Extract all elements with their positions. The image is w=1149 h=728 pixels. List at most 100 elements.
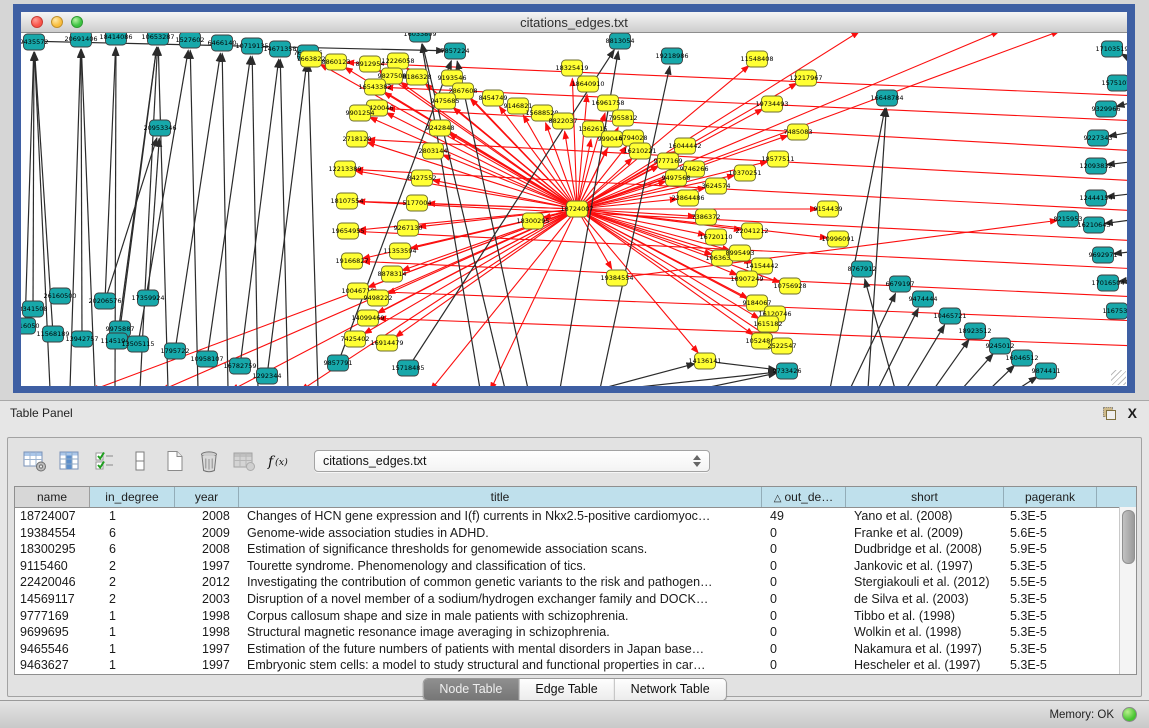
table-cell: 22420046 [15,574,90,591]
graph-node-label: 18907249 [730,275,763,283]
show-columns-icon[interactable] [57,449,83,473]
table-row[interactable]: 1872400712008Changes of HCN gene express… [15,508,1136,525]
tab-network-table[interactable]: Network Table [615,679,726,700]
function-builder-icon[interactable]: f(x) [267,449,293,473]
table-row[interactable]: 969969511998Structural magnetic resonanc… [15,624,1136,641]
table-cell: 1997 [175,657,239,674]
rows-icon[interactable] [127,449,153,473]
close-window-button[interactable] [31,16,43,28]
graph-node-label: 13505115 [121,340,154,348]
minimize-window-button[interactable] [51,16,63,28]
delete-columns-icon[interactable] [197,449,223,473]
table-toolbar: f(x) citations_edges.txt [8,446,710,476]
graph-node-label: 26160500 [43,292,76,300]
graph-node-label: 9874411 [1032,367,1061,375]
status-bar: Memory: OK [0,700,1149,728]
graph-edge [25,52,34,326]
delete-table-icon[interactable] [232,449,258,473]
graph-node-label: 9245012 [986,342,1015,350]
table-cell: 9463627 [15,657,90,674]
column-header-year[interactable]: year [175,487,239,507]
graph-node-label: 1795722 [161,347,190,355]
create-column-icon[interactable] [162,449,188,473]
column-header-pagerank[interactable]: pagerank [1004,487,1097,507]
graph-node-label: 12217967 [789,74,822,82]
table-cell: 5.3E-5 [1004,641,1097,658]
column-header-in_degree[interactable]: in_degree [90,487,175,507]
table-cell: 2012 [175,574,239,591]
table-cell: 5.3E-5 [1004,508,1097,525]
table-row[interactable]: 1456911722003Disruption of a novel membe… [15,591,1136,608]
graph-node-label: 9497568 [662,174,691,182]
graph-edge [252,56,258,386]
graph-node-label: 9474444 [909,295,938,303]
table-cell: 0 [762,591,846,608]
graph-node-label: 12093832 [1079,162,1112,170]
float-window-icon[interactable] [1103,407,1116,420]
network-view-window: citations_edges.txt 94355722069140618414… [13,4,1135,393]
tab-node-table[interactable]: Node Table [423,679,519,700]
vertical-scrollbar[interactable] [1119,507,1136,674]
zoom-window-button[interactable] [71,16,83,28]
table-row[interactable]: 946362711997Embryonic stem cells: a mode… [15,657,1136,674]
dropdown-arrows-icon [690,455,704,467]
graph-node-label: 8995493 [726,249,755,257]
table-selector-dropdown[interactable]: citations_edges.txt [314,450,710,472]
graph-node-label: 19218986 [655,52,688,60]
graph-node-label: 16044442 [668,142,701,150]
graph-edge [577,33,1059,209]
table-row[interactable]: 911546021997Tourette syndrome. Phenomeno… [15,558,1136,575]
graph-node-label: 9435572 [21,38,48,46]
column-checklist-icon[interactable] [92,449,118,473]
table-cell: Stergiakouli et al. (2012) [846,574,1004,591]
column-header-out_de[interactable]: △out_de… [762,487,846,507]
close-panel-icon[interactable]: X [1128,406,1137,420]
graph-node-label: 1292344 [253,372,282,380]
table-cell: Yano et al. (2008) [846,508,1004,525]
memory-status-label: Memory: OK [1049,709,1114,721]
tab-edge-table[interactable]: Edge Table [519,679,614,700]
graph-node-label: 2803144 [419,147,448,155]
table-row[interactable]: 2242004622012Investigating the contribut… [15,574,1136,591]
table-cell: 1 [90,624,175,641]
window-titlebar[interactable]: citations_edges.txt [21,12,1127,33]
graph-edge [620,372,777,386]
table-row[interactable]: 977716911998Corpus callosum shape and si… [15,608,1136,625]
graph-node-label: 18640910 [571,80,604,88]
table-cell: Structural magnetic resonance image aver… [239,624,762,641]
window-resize-grip[interactable] [1111,370,1126,385]
node-table: namein_degreeyeartitle△out_de…shortpager… [14,486,1137,675]
table-cell: Nakamura et al. (1997) [846,641,1004,658]
graph-node-label: 6466140 [208,39,237,47]
graph-edge [402,209,577,271]
graph-node-label: 8813054 [606,37,635,45]
table-row[interactable]: 1830029562008Estimation of significance … [15,541,1136,558]
graph-edge [81,49,82,339]
graph-node-label: 9242848 [426,124,455,132]
scrollbar-thumb[interactable] [1122,510,1135,564]
table-options-icon[interactable] [22,449,48,473]
graph-node-label: 16782759 [223,362,256,370]
table-row[interactable]: 946554611997Estimation of the future num… [15,641,1136,658]
graph-node-label: 1527602 [176,36,205,44]
table-cell: 6 [90,541,175,558]
column-header-title[interactable]: title [239,487,762,507]
table-panel: Table Panel X f(x) citations_edges.txt n… [0,400,1149,701]
graph-edge [105,47,116,301]
network-canvas[interactable]: 9435572206914061841408610653287152760264… [21,33,1127,386]
table-cell: 5.3E-5 [1004,558,1097,575]
graph-node-label: 10465721 [933,312,966,320]
table-cell: 18300295 [15,541,90,558]
table-body: 1872400712008Changes of HCN gene express… [15,508,1136,674]
table-cell: 5.6E-5 [1004,525,1097,542]
table-cell: 1 [90,657,175,674]
table-panel-titlebar: Table Panel X [0,401,1149,425]
graph-node-label: 20206576 [88,297,121,305]
column-header-name[interactable]: name [15,487,90,507]
column-header-short[interactable]: short [846,487,1004,507]
table-row[interactable]: 1938455462009Genome-wide association stu… [15,525,1136,542]
graph-node-label: 17103519 [1095,45,1127,53]
graph-node-label: 18107554 [330,197,363,205]
graph-edge [617,220,1058,278]
graph-node-label: 14136141 [688,357,721,365]
